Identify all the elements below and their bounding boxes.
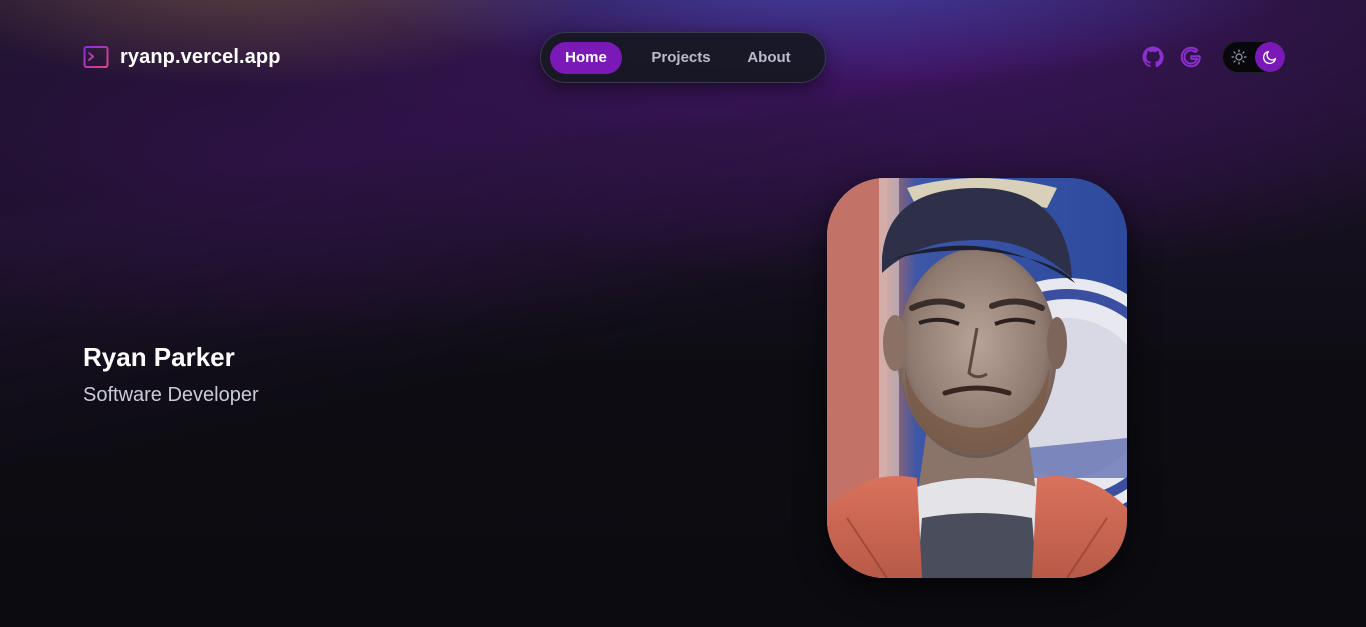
main-nav: Home Projects About [540, 32, 826, 83]
nav-item-projects[interactable]: Projects [636, 42, 726, 74]
page: ryanp.vercel.app Home Projects About Rya… [0, 0, 1366, 627]
nav-item-home[interactable]: Home [550, 41, 622, 74]
brand-link[interactable]: ryanp.vercel.app [83, 44, 281, 70]
brand-title: ryanp.vercel.app [120, 45, 281, 68]
moon-icon [1262, 50, 1277, 65]
theme-toggle[interactable] [1222, 41, 1286, 73]
hero-name: Ryan Parker [83, 342, 235, 372]
terminal-icon [83, 46, 109, 68]
google-icon[interactable] [1179, 45, 1203, 69]
theme-toggle-knob[interactable] [1255, 42, 1285, 72]
github-icon[interactable] [1141, 45, 1165, 69]
sun-icon [1231, 49, 1247, 65]
hero-role: Software Developer [83, 384, 259, 406]
nav-item-about[interactable]: About [734, 42, 804, 74]
profile-photo [827, 178, 1127, 578]
